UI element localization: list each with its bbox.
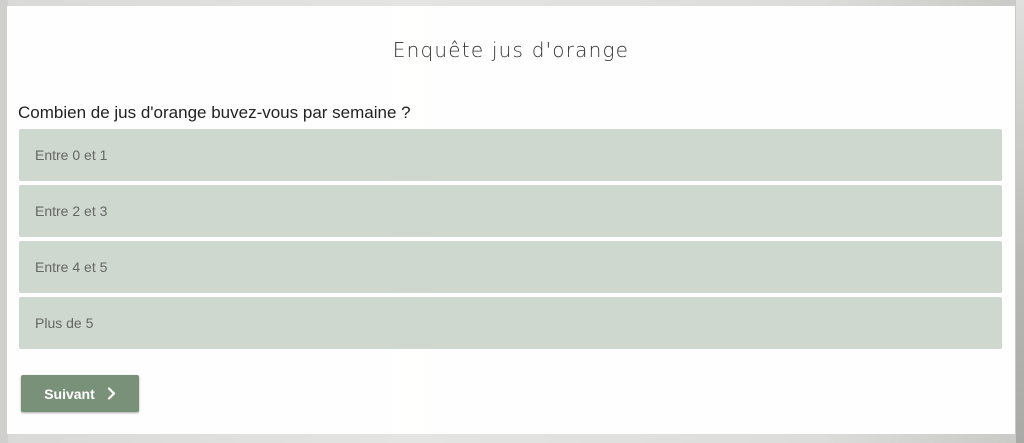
option-label: Plus de 5 — [35, 315, 94, 331]
background-right — [1016, 0, 1024, 443]
option-label: Entre 4 et 5 — [35, 259, 108, 275]
chevron-right-icon — [107, 387, 116, 400]
survey-title: Enquête jus d'orange — [392, 38, 630, 62]
option-label: Entre 0 et 1 — [35, 147, 108, 163]
answer-options: Entre 0 et 1 Entre 2 et 3 Entre 4 et 5 P… — [19, 129, 1002, 353]
option-2-3[interactable]: Entre 2 et 3 — [19, 185, 1002, 237]
option-more-than-5[interactable]: Plus de 5 — [19, 297, 1002, 349]
option-0-1[interactable]: Entre 0 et 1 — [19, 129, 1002, 181]
next-button[interactable]: Suivant — [21, 375, 139, 412]
question-text: Combien de jus d'orange buvez-vous par s… — [18, 103, 411, 122]
option-label: Entre 2 et 3 — [35, 203, 108, 219]
next-button-label: Suivant — [44, 385, 95, 402]
option-4-5[interactable]: Entre 4 et 5 — [19, 241, 1002, 293]
survey-panel: Enquête jus d'orange Combien de jus d'or… — [7, 6, 1015, 434]
